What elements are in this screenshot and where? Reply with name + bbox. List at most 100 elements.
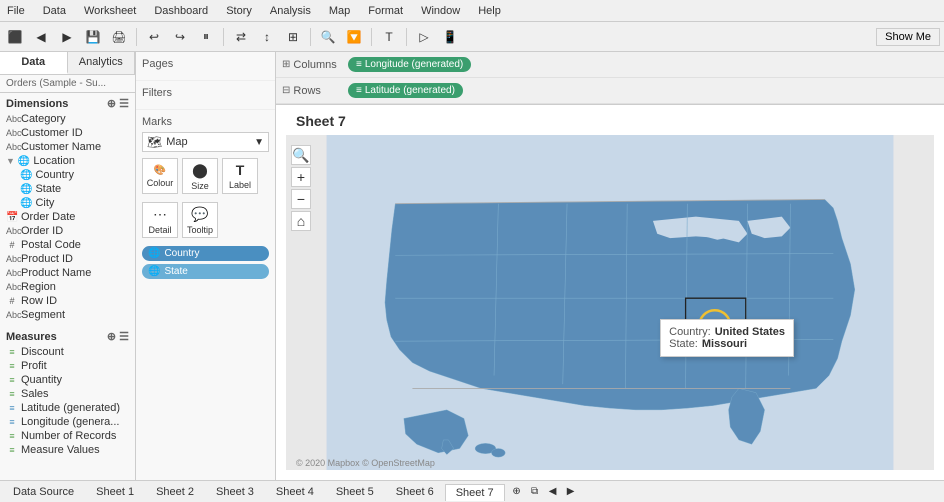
- sort-measure-icon[interactable]: ☰: [119, 330, 129, 343]
- dim-customer-name[interactable]: Abc Customer Name: [0, 140, 135, 154]
- dim-order-date[interactable]: 📅 Order Date: [0, 210, 135, 224]
- menu-worksheet[interactable]: Worksheet: [81, 5, 139, 17]
- tab-sheet7[interactable]: Sheet 7: [445, 484, 505, 501]
- tab-sheet6[interactable]: Sheet 6: [385, 483, 445, 500]
- show-me-button[interactable]: Show Me: [876, 28, 940, 46]
- menu-analysis[interactable]: Analysis: [267, 5, 314, 17]
- dim-row-id[interactable]: # Row ID: [0, 294, 135, 308]
- tab-data-source[interactable]: Data Source: [2, 483, 85, 500]
- zoom-search-btn[interactable]: 🔍: [291, 145, 311, 165]
- tooltip-icon: 💬: [191, 206, 208, 223]
- columns-text: Columns: [293, 59, 336, 71]
- dim-product-id[interactable]: Abc Product ID: [0, 252, 135, 266]
- colour-label: Colour: [147, 178, 174, 188]
- toolbar-forward[interactable]: ▶: [56, 26, 78, 48]
- dim-location-parent[interactable]: ▼ 🌐 Location: [0, 154, 135, 168]
- tab-sheet4[interactable]: Sheet 4: [265, 483, 325, 500]
- menu-map[interactable]: Map: [326, 5, 353, 17]
- menu-dashboard[interactable]: Dashboard: [151, 5, 211, 17]
- dim-city-label: City: [35, 197, 54, 209]
- meas-sales[interactable]: ≡ Sales: [0, 387, 135, 401]
- menu-format[interactable]: Format: [365, 5, 406, 17]
- dim-country[interactable]: 🌐 Country: [0, 168, 135, 182]
- marks-type-dropdown[interactable]: 🗺 Map ▼: [142, 132, 269, 152]
- menubar: File Data Worksheet Dashboard Story Anal…: [0, 0, 944, 22]
- rows-label: ⊟ Rows: [282, 85, 342, 97]
- marks-label-btn[interactable]: T Label: [222, 158, 258, 194]
- toolbar-text[interactable]: T: [378, 26, 400, 48]
- toolbar-present[interactable]: ▷: [413, 26, 435, 48]
- toolbar-sort[interactable]: ↕: [256, 26, 278, 48]
- dim-customer-id[interactable]: Abc Customer ID: [0, 126, 135, 140]
- new-sheet-icon[interactable]: ⊕: [509, 484, 525, 500]
- menu-help[interactable]: Help: [475, 5, 504, 17]
- menu-window[interactable]: Window: [418, 5, 463, 17]
- zoom-out-btn[interactable]: −: [291, 189, 311, 209]
- dim-order-id[interactable]: Abc Order ID: [0, 224, 135, 238]
- sidebar-scroll[interactable]: Dimensions ⊕ ☰ Abc Category Abc Customer…: [0, 93, 135, 480]
- marks-colour-btn[interactable]: 🎨 Colour: [142, 158, 178, 194]
- toolbar-new[interactable]: ⬛: [4, 26, 26, 48]
- tab-sheet3[interactable]: Sheet 3: [205, 483, 265, 500]
- toolbar-pause[interactable]: ⏸: [195, 26, 217, 48]
- duplicate-sheet-icon[interactable]: ⧉: [527, 484, 543, 500]
- tooltip-state-value: Missouri: [702, 338, 747, 350]
- marks-tooltip-btn[interactable]: 💬 Tooltip: [182, 202, 218, 238]
- globe-icon-country: 🌐: [20, 170, 32, 181]
- size-label: Size: [191, 181, 209, 191]
- toolbar-fit[interactable]: ⊞: [282, 26, 304, 48]
- meas-discount[interactable]: ≡ Discount: [0, 345, 135, 359]
- tab-sheet1[interactable]: Sheet 1: [85, 483, 145, 500]
- menu-story[interactable]: Story: [223, 5, 255, 17]
- toolbar-undo[interactable]: ↩: [143, 26, 165, 48]
- menu-file[interactable]: File: [4, 5, 28, 17]
- dim-product-name[interactable]: Abc Product Name: [0, 266, 135, 280]
- toolbar-redo[interactable]: ↪: [169, 26, 191, 48]
- separator-1: [136, 28, 137, 46]
- map-container[interactable]: ↖ Country: United States: [286, 135, 934, 470]
- zoom-in-btn[interactable]: +: [291, 167, 311, 187]
- dim-state[interactable]: 🌐 State: [0, 182, 135, 196]
- columns-pill[interactable]: ≡ Longitude (generated): [348, 57, 471, 72]
- sort-dimension-icon[interactable]: ☰: [119, 97, 129, 110]
- toolbar-print[interactable]: 🖨: [108, 26, 130, 48]
- dim-region[interactable]: Abc Region: [0, 280, 135, 294]
- tab-data[interactable]: Data: [0, 52, 68, 74]
- tab-sheet2[interactable]: Sheet 2: [145, 483, 205, 500]
- separator-4: [371, 28, 372, 46]
- toolbar: ⬛ ◀ ▶ 💾 🖨 ↩ ↪ ⏸ ⇄ ↕ ⊞ 🔍 🔽 T ▷ 📱 Show Me: [0, 22, 944, 52]
- add-dimension-icon[interactable]: ⊕: [107, 97, 116, 110]
- toolbar-swap[interactable]: ⇄: [230, 26, 252, 48]
- meas-measure-values[interactable]: ≡ Measure Values: [0, 443, 135, 457]
- filters-label: Filters: [142, 87, 269, 99]
- marks-detail-btn[interactable]: ⋯ Detail: [142, 202, 178, 238]
- zoom-home-btn[interactable]: ⌂: [291, 211, 311, 231]
- dim-category[interactable]: Abc Category: [0, 112, 135, 126]
- meas-quantity[interactable]: ≡ Quantity: [0, 373, 135, 387]
- marks-size-btn[interactable]: ⬤ Size: [182, 158, 218, 194]
- scroll-right-tab-icon[interactable]: ▶: [563, 484, 579, 500]
- meas-profit[interactable]: ≡ Profit: [0, 359, 135, 373]
- toolbar-highlight[interactable]: 🔍: [317, 26, 339, 48]
- rows-pill[interactable]: ≡ Latitude (generated): [348, 83, 463, 98]
- meas-longitude[interactable]: ≡ Longitude (genera...: [0, 415, 135, 429]
- toolbar-device[interactable]: 📱: [439, 26, 461, 48]
- scroll-left-tab-icon[interactable]: ◀: [545, 484, 561, 500]
- toolbar-save[interactable]: 💾: [82, 26, 104, 48]
- dim-segment[interactable]: Abc Segment: [0, 308, 135, 322]
- dim-postal-code[interactable]: # Postal Code: [0, 238, 135, 252]
- marks-pill-country[interactable]: 🌐 Country: [142, 246, 269, 261]
- data-source-label[interactable]: Orders (Sample - Su...: [0, 75, 135, 93]
- marks-pill-state[interactable]: 🌐 State: [142, 264, 269, 279]
- tab-analytics[interactable]: Analytics: [68, 52, 136, 74]
- menu-data[interactable]: Data: [40, 5, 69, 17]
- meas-num-records[interactable]: ≡ Number of Records: [0, 429, 135, 443]
- toolbar-back[interactable]: ◀: [30, 26, 52, 48]
- label-icon: T: [236, 162, 245, 178]
- add-measure-icon[interactable]: ⊕: [107, 330, 116, 343]
- dim-customer-name-label: Customer Name: [21, 141, 101, 153]
- toolbar-filter[interactable]: 🔽: [343, 26, 365, 48]
- tab-sheet5[interactable]: Sheet 5: [325, 483, 385, 500]
- dim-city[interactable]: 🌐 City: [0, 196, 135, 210]
- meas-latitude[interactable]: ≡ Latitude (generated): [0, 401, 135, 415]
